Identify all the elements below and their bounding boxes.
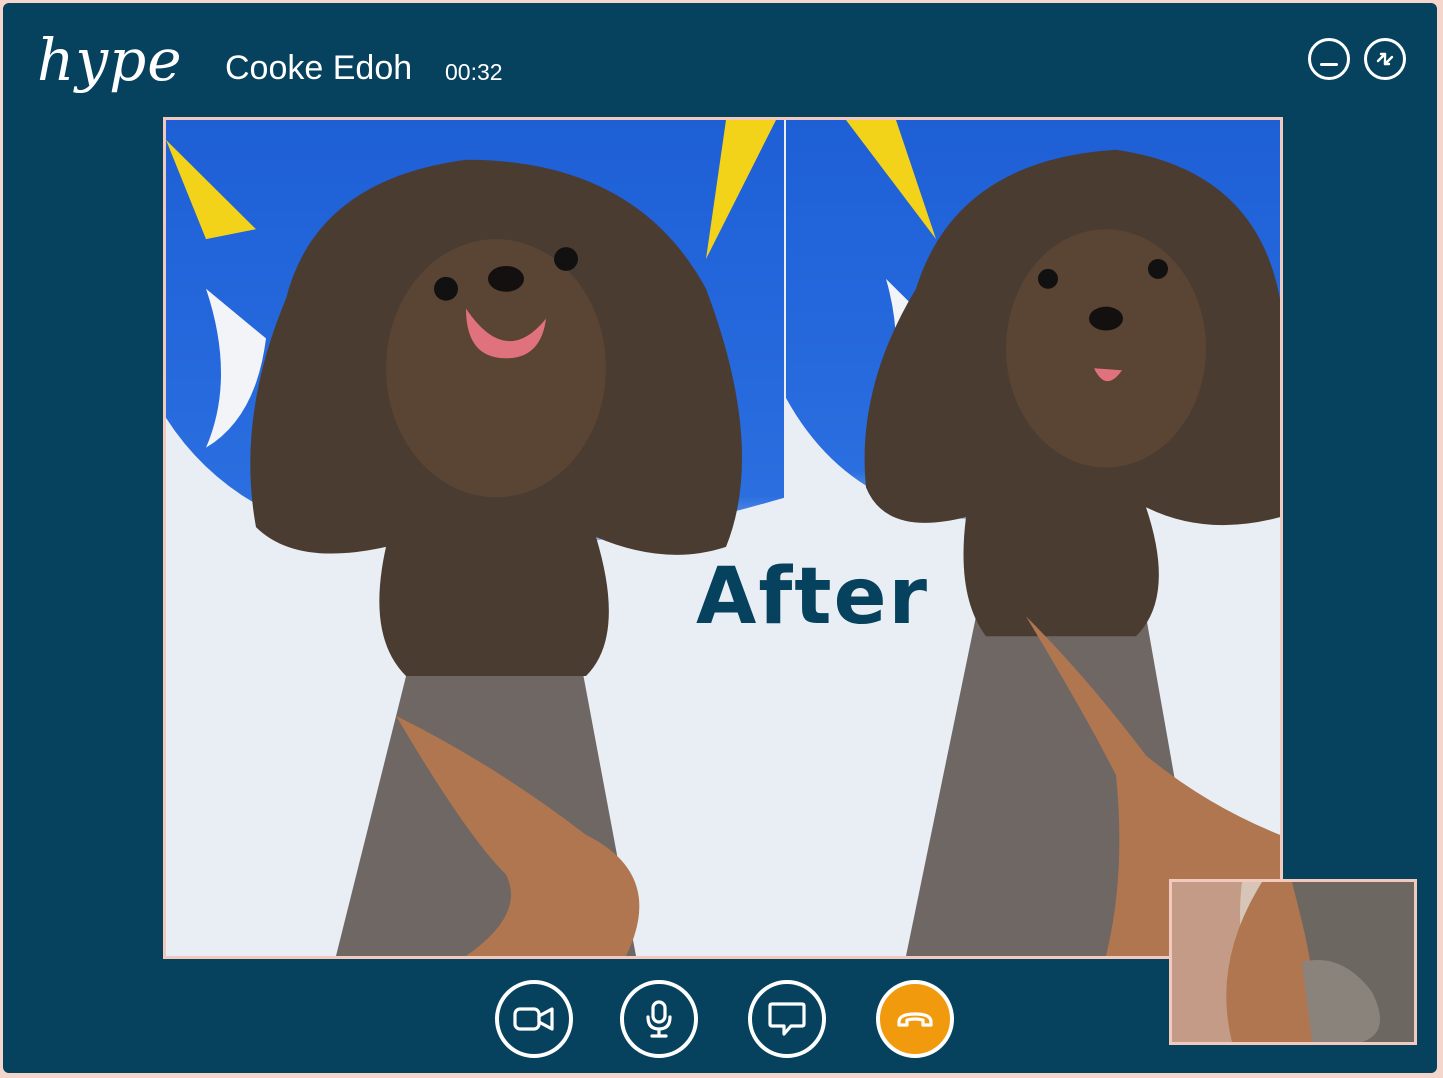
toggle-microphone-button[interactable]	[620, 980, 698, 1058]
self-view-image	[1172, 882, 1414, 1042]
dog-photo-after	[786, 120, 1280, 956]
video-call-window: hype Cooke Edoh 00:32 After	[3, 3, 1437, 1073]
video-camera-icon	[513, 1007, 554, 1031]
call-timer: 00:32	[445, 59, 503, 85]
app-logo: hype	[37, 26, 183, 94]
minimize-button[interactable]	[1308, 38, 1350, 80]
toggle-camera-button[interactable]	[495, 980, 573, 1058]
self-view-video[interactable]	[1169, 879, 1417, 1045]
end-call-button[interactable]	[876, 980, 954, 1058]
after-label: After	[696, 552, 929, 642]
swap-icon	[1376, 52, 1394, 66]
remote-video: After	[163, 117, 1283, 959]
microphone-icon	[646, 1000, 672, 1038]
dog-photo-before	[166, 120, 786, 956]
minimize-icon	[1320, 62, 1338, 66]
caller-name: Cooke Edoh	[225, 49, 413, 87]
swap-view-button[interactable]	[1364, 38, 1406, 80]
phone-hangup-icon	[897, 1012, 933, 1027]
chat-bubble-icon	[768, 1002, 806, 1036]
chat-button[interactable]	[748, 980, 826, 1058]
